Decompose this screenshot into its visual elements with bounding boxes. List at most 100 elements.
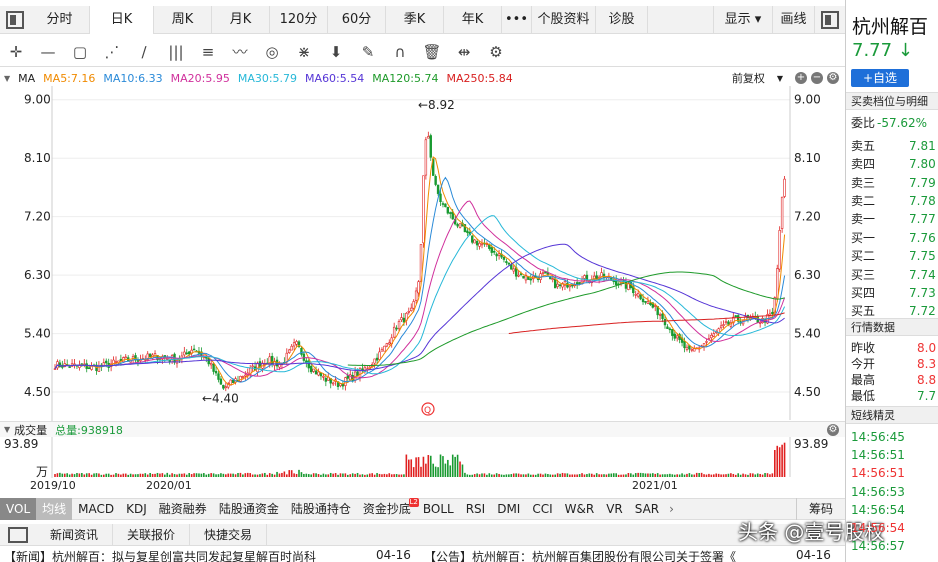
tab-5[interactable]: 60分 (328, 5, 386, 34)
volume-bar (537, 473, 539, 477)
tab-news[interactable]: 新闻资讯 (36, 523, 114, 546)
pen-icon[interactable]: ✎ (352, 37, 384, 67)
segment-icon[interactable]: ∕ (128, 37, 160, 67)
indicator-tab[interactable]: W&R (559, 498, 601, 520)
volume-bar (237, 473, 239, 477)
volume-bar (427, 455, 430, 477)
volume-bar (195, 473, 198, 477)
news-item-title[interactable]: 【新闻】杭州解百：拟与复星创富共同发起复星解百时尚科 (4, 548, 316, 562)
ask-row[interactable]: 卖一 7.77 (851, 210, 938, 228)
ask-row[interactable]: 卖四 7.80 (851, 155, 938, 173)
ask-row[interactable]: 卖三 7.79 (851, 174, 938, 192)
parallel-icon[interactable]: ||| (160, 37, 192, 67)
bid-row[interactable]: 买三 7.74 (851, 266, 938, 284)
indicator-tab[interactable]: CCI (526, 498, 558, 520)
candle-body (458, 223, 462, 228)
indicator-tab[interactable]: 陆股通持仓 (285, 498, 357, 520)
fib-icon[interactable]: ≡ (192, 37, 224, 67)
draw-lines-button[interactable]: 画线 (773, 5, 815, 34)
candle-body (373, 358, 376, 364)
display-menu[interactable]: 显示 ▾ (713, 5, 773, 34)
indicator-tab[interactable]: VOL (0, 498, 37, 520)
tab-9[interactable]: 个股资料 (532, 5, 596, 34)
bid-row[interactable]: 买二 7.75 (851, 247, 938, 265)
volume-bar (366, 474, 369, 477)
volume-bar (251, 474, 254, 477)
indicator-tab[interactable]: 资金抄底 L2 (357, 498, 419, 520)
tab-quick-trade[interactable]: 快捷交易 (190, 523, 268, 546)
volume-bar (105, 473, 108, 477)
indicator-tab[interactable]: 均线 (36, 498, 73, 520)
short-alert-item[interactable]: 14:56:45 (851, 428, 938, 446)
chevron-right-icon[interactable]: › (669, 502, 674, 516)
tab-related-quotes[interactable]: 关联报价 (113, 523, 191, 546)
collapse-icon[interactable]: ▼ (4, 74, 10, 83)
indicator-tab[interactable]: VR (600, 498, 629, 520)
remove-indicator-icon[interactable]: − (811, 72, 823, 84)
news-item-title[interactable]: 【公告】杭州解百：杭州解百集团股份有限公司关于签署《 (424, 548, 736, 562)
add-watchlist-button[interactable]: +自选 (851, 69, 909, 87)
tab-7[interactable]: 年K (444, 5, 502, 34)
trash-icon[interactable]: 🗑 (416, 37, 448, 67)
cycle-icon[interactable]: ◎ (256, 37, 288, 67)
tab-0[interactable]: 分时 (30, 5, 90, 34)
panel-toggle-icon[interactable] (821, 10, 839, 29)
candle-body (507, 262, 511, 265)
volume-bar (654, 473, 657, 477)
indicator-tab[interactable]: 融资融券 (153, 498, 213, 520)
line-icon[interactable]: — (32, 37, 64, 67)
indicator-tab[interactable]: KDJ (120, 498, 153, 520)
indicator-tab[interactable]: RSI (460, 498, 492, 520)
crosshair-icon[interactable]: ✛ (0, 37, 32, 67)
volume-bar (759, 473, 761, 477)
wave-icon[interactable]: 〰 (224, 37, 256, 67)
ask-row[interactable]: 卖二 7.78 (851, 192, 938, 210)
candle-body (339, 383, 342, 386)
news-panel-icon[interactable] (8, 526, 28, 543)
short-alert-item[interactable]: 14:56:54 (851, 519, 938, 537)
volume-collapse-icon[interactable]: ▼ (4, 425, 10, 434)
sidebar-toggle-icon[interactable] (6, 10, 24, 29)
short-alert-item[interactable]: 14:56:51 (851, 446, 938, 464)
short-alert-item[interactable]: 14:56:54 (851, 501, 938, 519)
indicator-settings-icon[interactable]: ⚙ (827, 72, 839, 84)
arrow-down-icon[interactable]: ⬇ (320, 37, 352, 67)
candle-body (312, 368, 315, 372)
rect-icon[interactable]: ▢ (64, 37, 96, 67)
short-alert-item[interactable]: 14:56:57 (851, 537, 938, 555)
ask-row[interactable]: 卖五 7.81 (851, 137, 938, 155)
bid-row[interactable]: 买一 7.76 (851, 229, 938, 247)
tab-8[interactable]: ••• (502, 5, 532, 34)
kline-chart[interactable]: 9.00 9.00 8.10 8.10 7.20 7.20 6.30 6.30 5.40 5.40… (0, 86, 845, 478)
tab-2[interactable]: 周K (154, 5, 212, 34)
indicator-tab[interactable]: SAR (629, 498, 665, 520)
indicator-tab[interactable]: BOLL (417, 498, 460, 520)
tab-10[interactable]: 诊股 (596, 5, 648, 34)
tab-1[interactable]: 日K (90, 5, 154, 34)
fit-icon[interactable]: ⇹ (448, 37, 480, 67)
adjust-dropdown-icon[interactable]: ▼ (777, 74, 783, 83)
indicator-tab[interactable]: MACD (72, 498, 120, 520)
candle-body (241, 376, 245, 378)
volume-bar (532, 474, 535, 477)
tab-3[interactable]: 月K (212, 5, 270, 34)
settings-icon[interactable]: ⚙ (480, 37, 512, 67)
volume-bar (115, 473, 117, 477)
magnet-icon[interactable]: ∩ (384, 37, 416, 67)
tab-4[interactable]: 120分 (270, 5, 328, 34)
volume-settings-icon[interactable]: ⚙ (827, 424, 839, 436)
indicator-tab[interactable]: DMI (491, 498, 526, 520)
gann-icon[interactable]: ⋇ (288, 37, 320, 67)
add-indicator-icon[interactable]: + (795, 72, 807, 84)
short-alert-item[interactable]: 14:56:51 (851, 464, 938, 482)
volume-bar (683, 474, 686, 477)
candle-body (251, 365, 254, 368)
volume-bar (273, 474, 276, 477)
adjust-select[interactable]: 前复权 (732, 70, 765, 86)
tab-6[interactable]: 季K (386, 5, 444, 34)
bid-row[interactable]: 买四 7.73 (851, 284, 938, 302)
short-alert-item[interactable]: 14:56:53 (851, 483, 938, 501)
volume-bar (752, 473, 754, 477)
fan-icon[interactable]: ⋰ (96, 37, 128, 67)
indicator-tab[interactable]: 陆股通资金 (213, 498, 285, 520)
